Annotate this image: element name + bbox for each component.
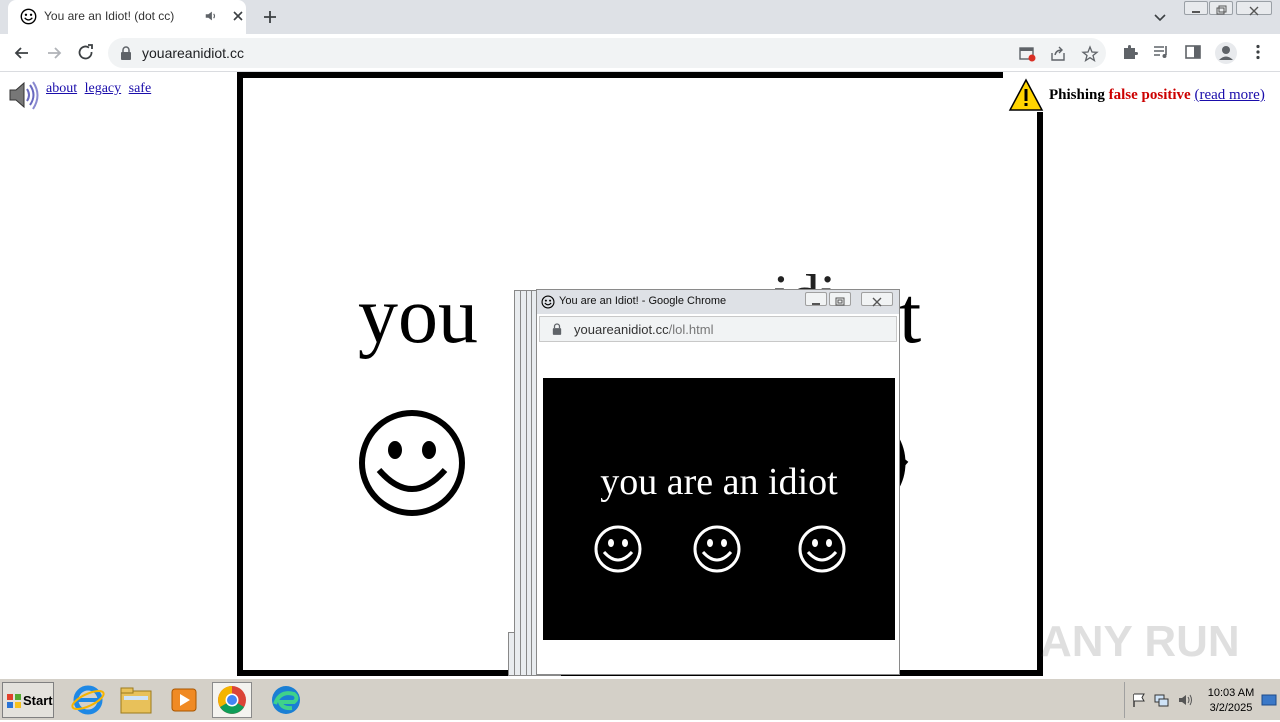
taskbar-internet-explorer[interactable] [68,682,108,718]
profile-avatar-icon[interactable] [1214,41,1238,65]
white-smiley-icon [693,525,741,573]
internet-explorer-icon [71,685,105,715]
warning-triangle-icon [1008,78,1044,111]
legacy-link[interactable]: legacy [85,81,122,96]
address-bar[interactable]: youareanidiot.cc [108,38,1106,68]
read-more-link[interactable]: (read more) [1194,87,1264,103]
window-restore-button[interactable] [1209,1,1233,15]
lock-icon [552,323,562,335]
share-icon[interactable] [1049,45,1067,63]
taskbar-edge[interactable] [266,682,306,718]
anyrun-watermark: ANY RUN [1040,617,1240,666]
media-player-icon [171,688,197,712]
popup-url-host: youareanidiot.cc [574,322,669,337]
smiley-favicon-icon [20,8,37,25]
bookmark-star-icon[interactable] [1081,45,1099,63]
smiley-face-left-icon [359,410,465,516]
popup-minimize-button[interactable] [805,292,827,306]
taskbar: Start 10:03 AM 3/2/2025 [0,678,1280,720]
big-word-t: t [899,272,922,360]
smiley-favicon-icon [541,295,555,309]
safe-link[interactable]: safe [129,81,152,96]
popup-window[interactable]: You are an Idiot! - Google Chrome youare… [536,289,900,675]
start-button[interactable]: Start [2,682,54,718]
start-label: Start [23,693,53,708]
taskbar-file-explorer[interactable] [116,682,156,718]
chrome-icon [218,686,246,714]
tab-title: You are an Idiot! (dot cc) [44,9,175,23]
popup-restore-button[interactable] [829,292,851,306]
popup-close-button[interactable] [861,292,893,307]
phishing-text: Phishing false positive (read more) [1049,87,1265,104]
big-word-you: you [358,272,478,360]
tab-strip: You are an Idiot! (dot cc) [0,0,1280,34]
extensions-puzzle-icon[interactable] [1121,43,1139,61]
tab-search-chevron-icon[interactable] [1153,10,1167,24]
browser-toolbar: youareanidiot.cc [0,34,1280,72]
edge-icon [272,686,300,714]
popup-url: youareanidiot.cc/lol.html [574,322,713,337]
about-link[interactable]: about [46,81,77,96]
watermark-text: ANY RUN [1040,617,1240,666]
clock-date: 3/2/2025 [1209,702,1253,714]
popup-black-content: you are an idiot [543,378,895,640]
taskbar-chrome[interactable] [212,682,252,718]
forward-arrow-icon[interactable] [44,43,64,63]
new-tab-plus-icon[interactable] [262,9,278,25]
popup-idiot-text: you are an idiot [600,461,838,503]
speaker-sound-icon[interactable] [6,78,40,112]
popup-blocked-icon[interactable] [1018,45,1036,63]
address-url: youareanidiot.cc [142,45,244,61]
system-tray: 10:03 AM 3/2/2025 [1124,682,1278,718]
media-queue-icon[interactable] [1152,43,1170,61]
phishing-status: false positive [1108,87,1191,103]
lock-icon[interactable] [120,46,132,60]
volume-icon[interactable] [1177,692,1193,708]
top-links: about legacy safe [46,81,155,97]
window-minimize-button[interactable] [1184,1,1208,15]
white-smiley-icon [594,525,642,573]
show-desktop-icon[interactable] [1261,692,1277,708]
popup-titlebar[interactable]: You are an Idiot! - Google Chrome [537,290,899,314]
back-arrow-icon[interactable] [12,43,32,63]
flag-icon[interactable] [1131,692,1147,708]
taskbar-media-player[interactable] [164,682,204,718]
reload-icon[interactable] [76,43,96,63]
network-icon[interactable] [1153,692,1169,708]
popup-address-bar[interactable]: youareanidiot.cc/lol.html [539,316,897,342]
window-close-button[interactable] [1236,1,1272,16]
kebab-menu-icon[interactable] [1249,43,1267,61]
side-panel-icon[interactable] [1184,43,1202,61]
clock[interactable]: 10:03 AM 3/2/2025 [1201,686,1261,716]
tab-close-icon[interactable] [231,9,245,23]
popup-url-path: /lol.html [668,322,714,337]
windows-logo-icon [7,694,21,708]
speaker-audio-icon[interactable] [204,9,218,23]
white-smiley-icon [798,525,846,573]
tab-youareanidiot[interactable]: You are an Idiot! (dot cc) [8,0,246,34]
clock-time: 10:03 AM [1207,687,1255,699]
popup-title: You are an Idiot! - Google Chrome [559,295,727,307]
folder-icon [120,687,152,714]
phishing-label: Phishing [1049,87,1105,103]
